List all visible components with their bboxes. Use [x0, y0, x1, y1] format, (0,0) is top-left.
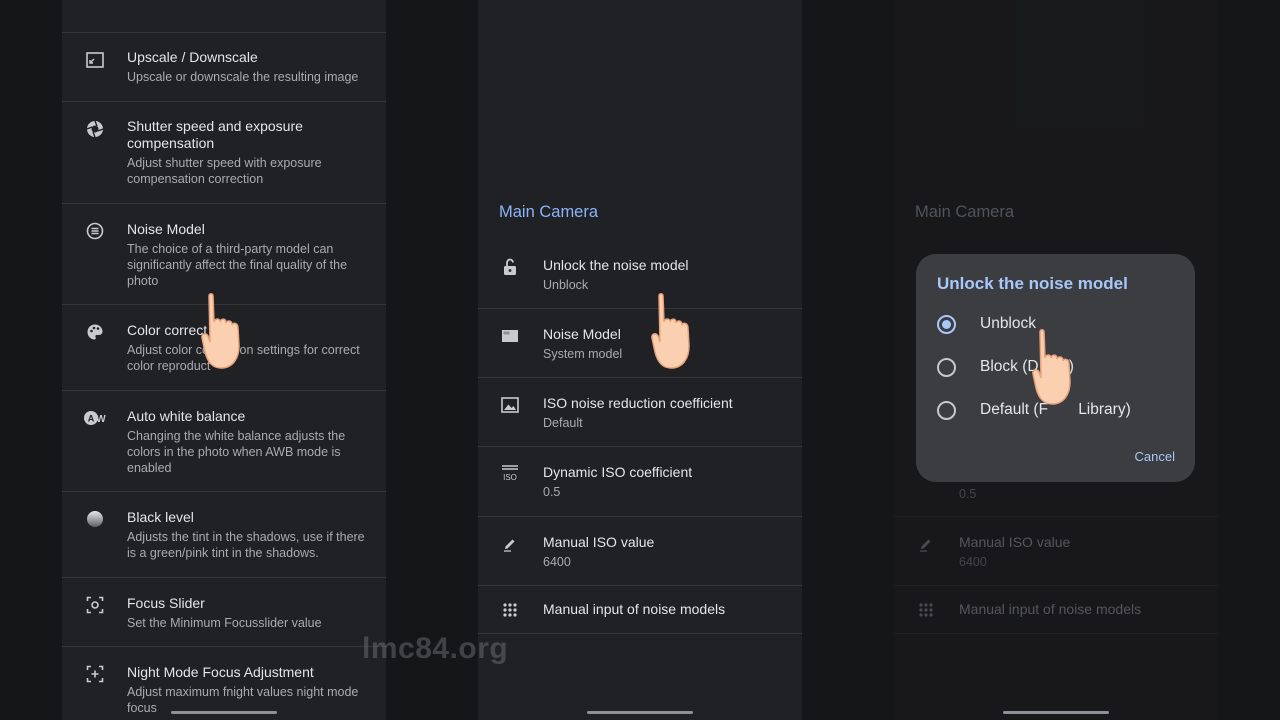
setting-title: Upscale / Downscale [127, 49, 258, 65]
svg-text:ISO: ISO [503, 473, 517, 482]
setting-title: Manual input of noise models [543, 601, 726, 617]
setting-shutter-speed[interactable]: Shutter speed and exposure compensation … [62, 102, 386, 204]
setting-dynamic-iso[interactable]: ISO Dynamic ISO coefficient 0.5 [478, 447, 802, 517]
setting-subtitle: Upscale or downscale the resulting image [127, 70, 359, 84]
setting-focus-slider[interactable]: Focus Slider Set the Minimum Focusslider… [62, 578, 386, 647]
setting-subtitle: Adjust shutter speed with exposure compe… [127, 156, 322, 186]
dialog-title: Unlock the noise model [937, 274, 1128, 293]
pointing-hand-icon [651, 293, 690, 369]
svg-text:A: A [88, 414, 95, 424]
setting-unlock-noise-model[interactable]: Unlock the noise model Unblock [478, 240, 802, 309]
setting-title: Focus Slider [127, 595, 205, 611]
list-item-partial [62, 0, 386, 33]
setting-title: Noise Model [127, 221, 205, 237]
setting-title: Night Mode Focus Adjustment [127, 664, 314, 680]
setting-title: Black level [127, 509, 194, 525]
setting-title: Auto white balance [127, 408, 246, 424]
cancel-button[interactable]: Cancel [1135, 449, 1175, 464]
setting-subtitle: Adjust color co ion settings for correct… [127, 343, 360, 373]
setting-noise-model[interactable]: Noise Model System model [478, 309, 802, 378]
setting-title: Shutter speed and exposure compensation [127, 118, 303, 151]
panel-icon [499, 325, 521, 347]
section-title: Main Camera [499, 203, 599, 221]
gesture-handle[interactable] [587, 711, 693, 714]
setting-manual-noise-input[interactable]: Manual input of noise models [478, 586, 802, 634]
image-icon [499, 394, 521, 416]
setting-subtitle: The choice of a third-party model can si… [127, 242, 348, 288]
setting-title: Manual ISO value [543, 534, 655, 550]
setting-black-level[interactable]: Black level Adjusts the tint in the shad… [62, 492, 386, 578]
resize-icon [84, 49, 106, 71]
radio-selected[interactable] [937, 314, 956, 334]
radio-unselected[interactable] [937, 357, 956, 377]
setting-upscale[interactable]: Upscale / Downscale Upscale or downscale… [62, 33, 386, 102]
gesture-handle[interactable] [1003, 711, 1109, 714]
setting-title: ISO noise reduction coefficient [543, 395, 733, 411]
setting-noise-model[interactable]: Noise Model The choice of a third-party … [62, 204, 386, 305]
setting-subtitle: 6400 [543, 555, 571, 569]
awb-icon: AW [82, 407, 108, 429]
gradient-circle-icon [84, 508, 106, 530]
grid-dots-icon [499, 599, 521, 621]
setting-title: Color correct [127, 322, 208, 338]
setting-subtitle: Unblock [543, 278, 589, 292]
palette-icon [84, 321, 106, 343]
setting-subtitle: Set the Minimum Focusslider value [127, 616, 322, 630]
pointing-hand-icon [201, 293, 240, 369]
setting-manual-iso[interactable]: Manual ISO value 6400 [478, 517, 802, 586]
settings-panel-middle: Main Camera Unlock the noise model Unblo… [478, 0, 802, 720]
setting-title: Dynamic ISO coefficient [543, 464, 693, 480]
setting-subtitle: Default [543, 416, 583, 430]
watermark: lmc84.org [362, 632, 509, 665]
pencil-icon [499, 533, 521, 555]
gesture-handle[interactable] [171, 711, 277, 714]
setting-subtitle: Adjusts the tint in the shadows, use if … [127, 530, 365, 560]
setting-title: Unlock the noise model [543, 257, 689, 273]
svg-text:W: W [96, 414, 106, 425]
iso-icon: ISO [499, 462, 521, 484]
radio-unselected[interactable] [937, 400, 956, 420]
aperture-icon [84, 118, 106, 140]
focus-plus-icon [84, 663, 106, 685]
pointing-hand-icon [1032, 329, 1071, 405]
setting-night-focus[interactable]: Night Mode Focus Adjustment Adjust maxim… [62, 647, 386, 720]
list-circle-icon [84, 220, 106, 242]
option-label: Unblock [980, 315, 1036, 332]
focus-frame-icon [84, 594, 106, 616]
setting-subtitle: 0.5 [543, 485, 561, 499]
setting-subtitle: Changing the white balance adjusts the c… [127, 429, 346, 475]
setting-auto-white-balance[interactable]: AW Auto white balance Changing the white… [62, 391, 386, 492]
setting-iso-noise-reduction[interactable]: ISO noise reduction coefficient Default [478, 378, 802, 447]
lock-open-icon [499, 256, 521, 278]
